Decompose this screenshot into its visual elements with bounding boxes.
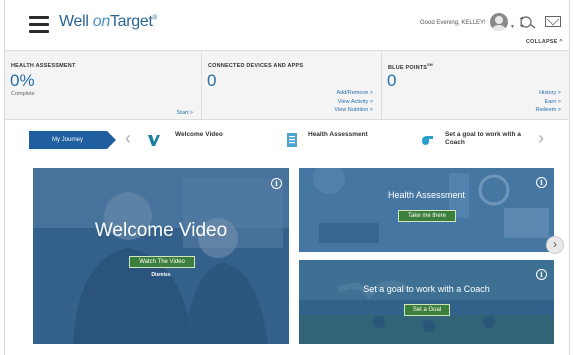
- info-icon[interactable]: i: [536, 269, 547, 280]
- stats-bar: HEALTH ASSESSMENT 0% Complete Start > CO…: [5, 50, 569, 120]
- health-assessment-card[interactable]: i Health Assessment Take me there: [299, 168, 554, 252]
- connected-devices-stat: CONNECTED DEVICES AND APPS 0 Add/Remove …: [201, 51, 381, 119]
- view-activity-link[interactable]: View Activity >: [334, 98, 373, 107]
- journey-next-arrow[interactable]: ›: [538, 128, 544, 148]
- mail-icon[interactable]: [545, 16, 561, 27]
- take-me-there-button[interactable]: Take me there: [398, 210, 456, 222]
- collapse-button[interactable]: COLLAPSE ^: [526, 39, 563, 45]
- set-goal-image: [299, 260, 554, 344]
- set-a-goal-button[interactable]: Set a Goal: [404, 304, 450, 316]
- health-assessment-stat: HEALTH ASSESSMENT 0% Complete Start >: [5, 51, 201, 119]
- blue-points-stat: BLUE POINTSSM 0 History > Earn > Redeem …: [381, 51, 569, 119]
- info-icon[interactable]: i: [271, 178, 282, 189]
- set-goal-card[interactable]: i Set a goal to work with a Coach Set a …: [299, 260, 554, 344]
- journey-step-set-goal[interactable]: Set a goal to work with a Coach: [445, 131, 529, 147]
- dismiss-link[interactable]: Dismiss: [33, 272, 289, 278]
- start-link[interactable]: Start >: [177, 109, 193, 118]
- redeem-link[interactable]: Redeem >: [535, 106, 561, 115]
- health-assessment-value: 0%: [10, 71, 35, 90]
- view-nutrition-link[interactable]: View Nutrition >: [334, 106, 373, 115]
- journey-step-welcome-video[interactable]: Welcome Video: [175, 131, 223, 139]
- hamburger-menu-icon[interactable]: [29, 16, 49, 33]
- well-ontarget-logo[interactable]: Well onTarget®: [59, 13, 157, 31]
- info-icon[interactable]: i: [536, 177, 547, 188]
- connected-devices-value: 0: [207, 71, 217, 90]
- health-assessment-title: HEALTH ASSESSMENT: [11, 63, 76, 69]
- history-link[interactable]: History >: [535, 89, 561, 98]
- add-remove-link[interactable]: Add/Remove >: [334, 89, 373, 98]
- app-frame: Well onTarget® Good Evening, KELLEY! ▼ C…: [4, 0, 570, 355]
- whistle-icon: [422, 136, 433, 145]
- set-goal-card-title: Set a goal to work with a Coach: [363, 284, 490, 294]
- blue-points-title: BLUE POINTSSM: [388, 63, 433, 71]
- health-assessment-card-title: Health Assessment: [387, 190, 466, 200]
- avatar[interactable]: [490, 13, 508, 31]
- greeting-text: Good Evening, KELLEY!: [420, 20, 486, 26]
- wearable-device-icon[interactable]: [519, 15, 536, 29]
- health-assessment-sub: Complete: [11, 91, 35, 97]
- journey-prev-arrow[interactable]: ‹: [125, 128, 131, 148]
- my-journey-tab[interactable]: My Journey: [29, 131, 116, 149]
- top-header: Well onTarget® Good Evening, KELLEY! ▼ C…: [5, 0, 569, 50]
- watch-video-button[interactable]: Watch The Video: [129, 256, 195, 268]
- v-logo-icon: [148, 135, 160, 146]
- chevron-down-icon[interactable]: ▼: [510, 24, 515, 30]
- connected-devices-title: CONNECTED DEVICES AND APPS: [208, 63, 304, 69]
- journey-bar: My Journey ‹ Welcome Video Health Assess…: [5, 120, 569, 160]
- welcome-video-title: Welcome Video: [94, 220, 228, 241]
- carousel-next-button[interactable]: ›: [546, 236, 564, 254]
- welcome-video-card[interactable]: i Welcome Video Watch The Video Dismiss: [33, 168, 289, 344]
- earn-link[interactable]: Earn >: [535, 98, 561, 107]
- document-icon: [287, 133, 297, 147]
- blue-points-value: 0: [387, 71, 397, 90]
- journey-step-health-assessment[interactable]: Health Assessment: [308, 131, 368, 139]
